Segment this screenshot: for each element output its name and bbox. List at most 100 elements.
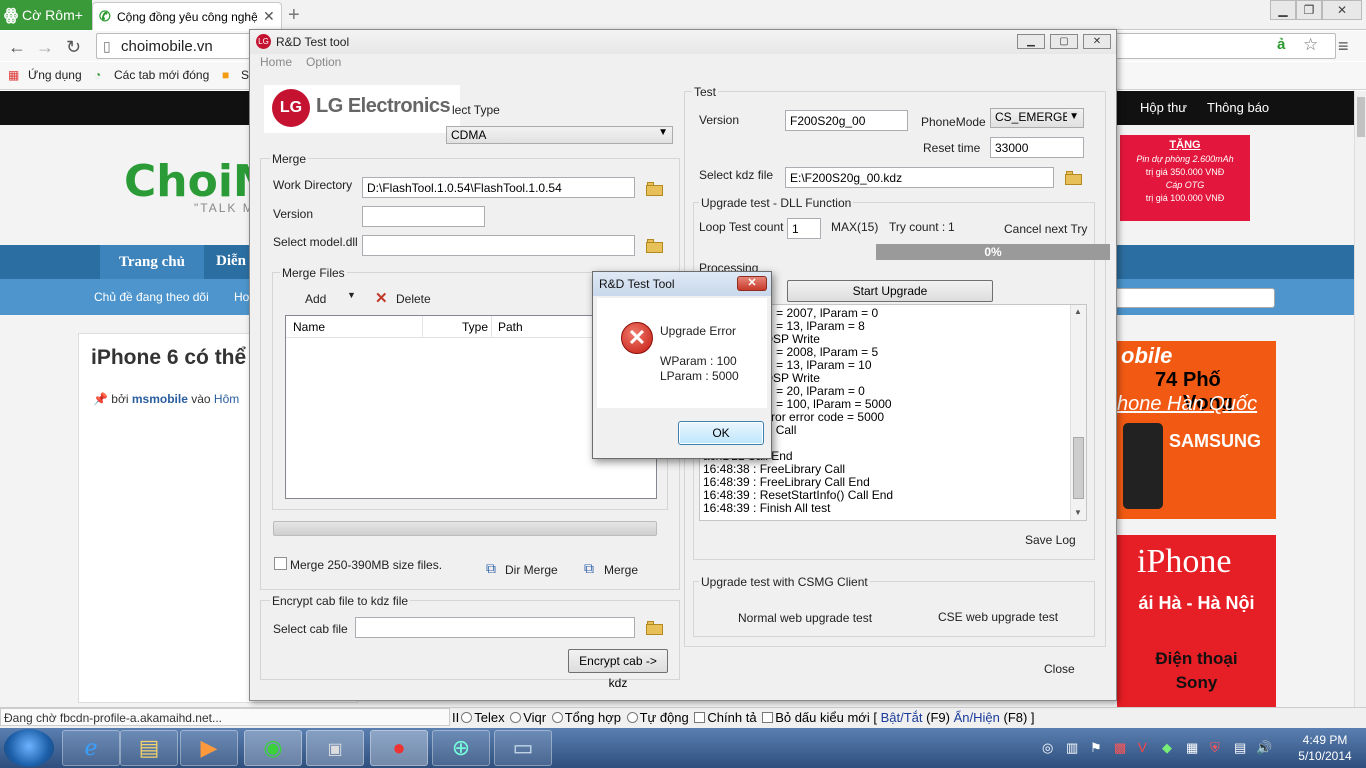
back-icon[interactable]: ←: [8, 37, 26, 58]
ime-telex-radio[interactable]: [461, 712, 473, 723]
tray-icon[interactable]: ▤: [1234, 740, 1246, 756]
ime-showhide-link[interactable]: Ẩn/Hiện: [954, 710, 1000, 725]
ime-spelling-checkbox[interactable]: [694, 712, 706, 723]
column-name[interactable]: Name: [293, 320, 325, 334]
dialog-ok-button[interactable]: OK: [678, 421, 764, 445]
start-button[interactable]: [4, 729, 54, 767]
log-scrollbar[interactable]: ▲ ▼: [1070, 305, 1086, 520]
select-cab-field[interactable]: [355, 617, 635, 638]
taskbar-download-manager[interactable]: ⊕: [432, 730, 490, 766]
select-model-dll-field[interactable]: [362, 235, 635, 256]
menu-option[interactable]: Option: [306, 55, 341, 69]
ime-spelling-label[interactable]: Chính tả: [707, 710, 756, 725]
browser-brand[interactable]: ꙮ Cờ Rôm+: [0, 0, 92, 30]
loop-count-field[interactable]: 1: [787, 218, 821, 239]
test-version-field[interactable]: F200S20g_00: [785, 110, 908, 131]
ad-promo-banner[interactable]: TẶNG Pin dự phòng 2.600mAh trị giá 350.0…: [1120, 135, 1250, 221]
bookmark-apps[interactable]: Ứng dụng: [28, 68, 82, 82]
dir-merge-button[interactable]: Dir Merge: [505, 563, 558, 577]
bookmark-recent-tabs[interactable]: Các tab mới đóng: [114, 68, 209, 82]
merge-size-checkbox[interactable]: [274, 557, 287, 570]
translate-icon[interactable]: ả: [1277, 36, 1285, 53]
browse-work-dir-folder-icon[interactable]: [646, 181, 664, 196]
tool-title-bar[interactable]: LG R&D Test tool ▁ ▢ ✕: [250, 30, 1116, 54]
merge-size-label[interactable]: Merge 250-390MB size files.: [290, 558, 442, 572]
work-directory-field[interactable]: D:\FlashTool.1.0.54\FlashTool.1.0.54: [362, 177, 635, 198]
add-file-button[interactable]: Add: [305, 292, 326, 306]
tool-close-icon[interactable]: ✕: [1083, 34, 1111, 49]
menu-icon[interactable]: ≡: [1338, 36, 1349, 57]
post-date-link[interactable]: Hôm: [214, 392, 239, 406]
tray-icon[interactable]: ◎: [1042, 740, 1053, 756]
subnav-following[interactable]: Chủ đề đang theo dõi: [94, 290, 209, 304]
close-window-icon[interactable]: ✕: [1322, 0, 1362, 20]
select-type-dropdown[interactable]: CDMA ▼: [446, 126, 673, 144]
taskbar-explorer[interactable]: ▤: [120, 730, 178, 766]
column-path[interactable]: Path: [498, 320, 523, 334]
tray-v-icon[interactable]: V: [1138, 740, 1147, 755]
volume-icon[interactable]: 🔊: [1256, 740, 1272, 756]
delete-file-button[interactable]: Delete: [396, 292, 431, 306]
tray-icon[interactable]: ◆: [1162, 740, 1172, 756]
ime-auto-radio[interactable]: [626, 712, 638, 723]
cancel-next-try[interactable]: Cancel next Try: [1004, 222, 1087, 236]
tool-maximize-icon[interactable]: ▢: [1050, 34, 1078, 49]
tray-icon[interactable]: ▦: [1186, 740, 1198, 756]
taskbar-clock[interactable]: 4:49 PM 5/10/2014: [1290, 732, 1360, 764]
post-title[interactable]: iPhone 6 có thể: [91, 346, 246, 370]
tray-icon[interactable]: ▩: [1114, 740, 1126, 756]
ad-iphone-banner[interactable]: iPhone ái Hà - Hà Nội Điện thoại Sony: [1117, 535, 1276, 707]
encrypt-cab-button[interactable]: Encrypt cab -> kdz: [568, 649, 668, 690]
bookmark-star-icon[interactable]: ☆: [1303, 35, 1318, 55]
scrollbar-thumb[interactable]: [1357, 97, 1365, 137]
dialog-close-icon[interactable]: ✕: [737, 276, 767, 291]
ime-combined-label[interactable]: Tổng hợp: [565, 710, 621, 725]
taskbar-coccoc[interactable]: ◉: [244, 730, 302, 766]
taskbar-network-app[interactable]: ▭: [494, 730, 552, 766]
new-tab-icon[interactable]: +: [288, 4, 300, 27]
close-tab-icon[interactable]: ✕: [263, 8, 275, 25]
tray-shield-icon[interactable]: ⛨: [1210, 740, 1220, 756]
menu-home[interactable]: Home: [260, 55, 292, 69]
ime-telex-label[interactable]: Telex: [474, 710, 504, 725]
site-inbox-link[interactable]: Hộp thư: [1140, 100, 1187, 115]
dialog-title-bar[interactable]: R&D Test Tool ✕: [593, 272, 771, 296]
taskbar-lg-tool[interactable]: ●: [370, 730, 428, 766]
ime-newstyle-checkbox[interactable]: [762, 712, 774, 723]
reset-time-field[interactable]: 33000: [990, 137, 1084, 158]
merge-version-field[interactable]: [362, 206, 485, 227]
add-dropdown-chevron-icon[interactable]: ▼: [347, 290, 356, 300]
ad-store-banner[interactable]: obile 74 Phố Vọng hone Hàn Quốc SAMSUNG: [1117, 341, 1276, 519]
ime-newstyle-label[interactable]: Bỏ dấu kiểu mới: [775, 710, 870, 725]
ime-toggle-link[interactable]: Bật/Tắt: [881, 710, 923, 725]
ime-viqr-label[interactable]: Viqr: [523, 710, 546, 725]
reload-icon[interactable]: ↻: [66, 37, 81, 58]
scroll-down-icon[interactable]: ▼: [1074, 508, 1082, 517]
ime-viqr-radio[interactable]: [510, 712, 522, 723]
browse-cab-folder-icon[interactable]: [646, 620, 664, 635]
restore-window-icon[interactable]: ❐: [1296, 0, 1322, 20]
bookmark-third[interactable]: S: [241, 68, 249, 82]
minimize-window-icon[interactable]: ▁: [1270, 0, 1296, 20]
browse-model-dll-folder-icon[interactable]: [646, 238, 664, 253]
tray-icon[interactable]: ▥: [1066, 740, 1078, 756]
close-button[interactable]: Close: [1044, 662, 1075, 676]
normal-web-upgrade-button[interactable]: Normal web upgrade test: [738, 611, 872, 625]
browser-tab[interactable]: ✆ Cộng đồng yêu công nghệ ✕: [92, 2, 282, 30]
subnav-second[interactable]: Ho: [234, 290, 249, 304]
taskbar-media-player[interactable]: ▶: [180, 730, 238, 766]
site-search-input[interactable]: [1112, 288, 1275, 308]
select-kdz-field[interactable]: E:\F200S20g_00.kdz: [785, 167, 1054, 188]
site-notifications-link[interactable]: Thông báo: [1207, 100, 1269, 115]
phonemode-dropdown[interactable]: CS_EMERGEN ▼: [990, 108, 1084, 128]
start-upgrade-button[interactable]: Start Upgrade: [787, 280, 993, 302]
column-type[interactable]: Type: [462, 320, 488, 334]
cse-web-upgrade-button[interactable]: CSE web upgrade test: [938, 610, 1058, 624]
tray-flag-icon[interactable]: ⚑: [1090, 740, 1102, 756]
log-scroll-thumb[interactable]: [1073, 437, 1084, 499]
forward-icon[interactable]: →: [36, 37, 54, 58]
scroll-up-icon[interactable]: ▲: [1074, 307, 1082, 316]
taskbar-ie[interactable]: ℯ: [62, 730, 120, 766]
tool-minimize-icon[interactable]: ▁: [1017, 34, 1045, 49]
save-log-button[interactable]: Save Log: [1025, 533, 1076, 547]
